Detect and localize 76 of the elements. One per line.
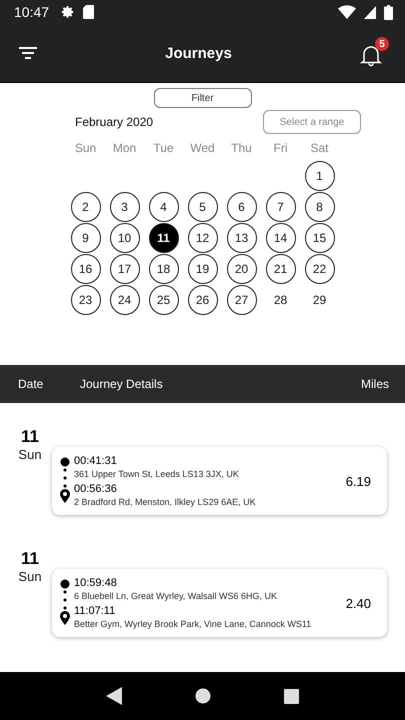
weekday-label: Thu <box>230 140 253 157</box>
journey-day: 11 <box>21 427 39 447</box>
calendar-day[interactable]: 25 <box>148 284 178 314</box>
calendar-day[interactable]: 13 <box>226 222 256 252</box>
calendar-day[interactable]: 27 <box>226 284 256 314</box>
calendar-day[interactable]: 6 <box>226 192 256 222</box>
screen-title: Journeys <box>164 44 233 62</box>
start-dot-icon <box>60 457 70 467</box>
calendar-day[interactable]: 21 <box>266 254 296 284</box>
calendar-day[interactable]: 3 <box>110 192 140 222</box>
end-address: Better Gym, Wyrley Brook Park, Vine Lane, Cannock WS11 <box>74 619 312 629</box>
calendar-day[interactable]: 22 <box>304 254 334 284</box>
battery-icon <box>384 4 393 20</box>
weekday-label: Sun <box>74 140 98 157</box>
journey-weekday: Sun <box>18 447 42 462</box>
sd-card-icon <box>83 5 94 19</box>
calendar-day[interactable]: 10 <box>110 222 140 252</box>
location-pin-icon <box>60 611 70 625</box>
weekday-label: Wed <box>189 140 216 157</box>
calendar-day[interactable]: 8 <box>304 192 334 222</box>
calendar-day[interactable]: 26 <box>188 284 218 314</box>
calendar-day[interactable]: 11 <box>148 222 178 252</box>
calendar-day[interactable]: 20 <box>226 254 256 284</box>
journey-miles: 6.19 <box>346 474 371 488</box>
calendar-day[interactable]: 28 <box>266 284 296 314</box>
calendar-day[interactable]: 29 <box>304 284 334 314</box>
calendar-day[interactable]: 19 <box>188 254 218 284</box>
start-dot-icon <box>60 579 70 589</box>
calendar-day[interactable]: 23 <box>70 284 100 314</box>
signal-icon <box>364 6 376 18</box>
start-time: 00:41:31 <box>74 455 118 467</box>
calendar-day[interactable]: 4 <box>148 192 178 222</box>
column-header: Journey Details <box>80 377 164 391</box>
calendar-day[interactable]: 7 <box>266 192 296 222</box>
end-address: 2 Bradford Rd, Menston, Ilkley LS29 6AE, UK <box>74 497 256 507</box>
start-address: 6 Bluebell Ln, Great Wyrley, Walsall WS6 6HG, UK <box>74 591 278 601</box>
calendar-day[interactable]: 1 <box>304 160 334 190</box>
calendar-day[interactable]: 14 <box>266 222 296 252</box>
calendar-day[interactable]: 18 <box>148 254 178 284</box>
weekday-label: Fri <box>272 140 288 157</box>
status-time: 10:47 <box>14 4 50 20</box>
journey-card[interactable]: 00:41:31 361 Upper Town St, Leeds LS13 3JX, UK 00:56:36 2 Bradford Rd, Menston, Ilkley LS29 6AE, UK 6.19 <box>52 447 387 515</box>
calendar-day[interactable]: 24 <box>110 284 140 314</box>
calendar-day[interactable]: 5 <box>188 192 218 222</box>
dotted-line-icon <box>63 589 67 611</box>
start-address: 361 Upper Town St, Leeds LS13 3JX, UK <box>74 469 240 479</box>
journey-miles: 2.40 <box>346 596 371 610</box>
notification-badge: 5 <box>375 37 389 51</box>
end-time: 11:07:11 <box>74 605 116 617</box>
calendar-day[interactable]: 15 <box>304 222 334 252</box>
location-pin-icon <box>60 489 70 503</box>
dotted-line-icon <box>63 467 67 489</box>
month-label: February 2020 <box>75 115 154 129</box>
column-header: Miles <box>360 377 389 391</box>
back-icon[interactable] <box>106 687 122 705</box>
journey-weekday: Sun <box>18 569 42 584</box>
calendar-day[interactable]: 16 <box>70 254 100 284</box>
weekday-label: Sat <box>309 140 330 157</box>
weekday-label: Mon <box>112 140 138 157</box>
gear-icon <box>61 5 76 19</box>
calendar-day[interactable]: 12 <box>188 222 218 252</box>
calendar-day[interactable]: 2 <box>70 192 100 222</box>
filter-menu-icon[interactable] <box>18 45 38 61</box>
filter-button[interactable]: Filter <box>154 88 252 108</box>
column-header: Date <box>18 377 44 391</box>
calendar-day[interactable]: 9 <box>70 222 100 252</box>
recents-icon[interactable] <box>284 688 299 704</box>
wifi-icon <box>338 5 356 19</box>
end-time: 00:56:36 <box>74 483 118 495</box>
start-time: 10:59:48 <box>74 577 118 589</box>
journey-day: 11 <box>21 549 39 569</box>
range-field[interactable]: Select a range <box>263 110 361 134</box>
calendar-day[interactable]: 17 <box>110 254 140 284</box>
home-icon[interactable] <box>194 688 211 704</box>
journey-card[interactable]: 10:59:48 6 Bluebell Ln, Great Wyrley, Walsall WS6 6HG, UK 11:07:11 Better Gym, Wyrley Brook Park, Vine Lane, Cannock WS11 2.40 <box>52 569 387 637</box>
weekday-label: Tue <box>152 140 175 157</box>
